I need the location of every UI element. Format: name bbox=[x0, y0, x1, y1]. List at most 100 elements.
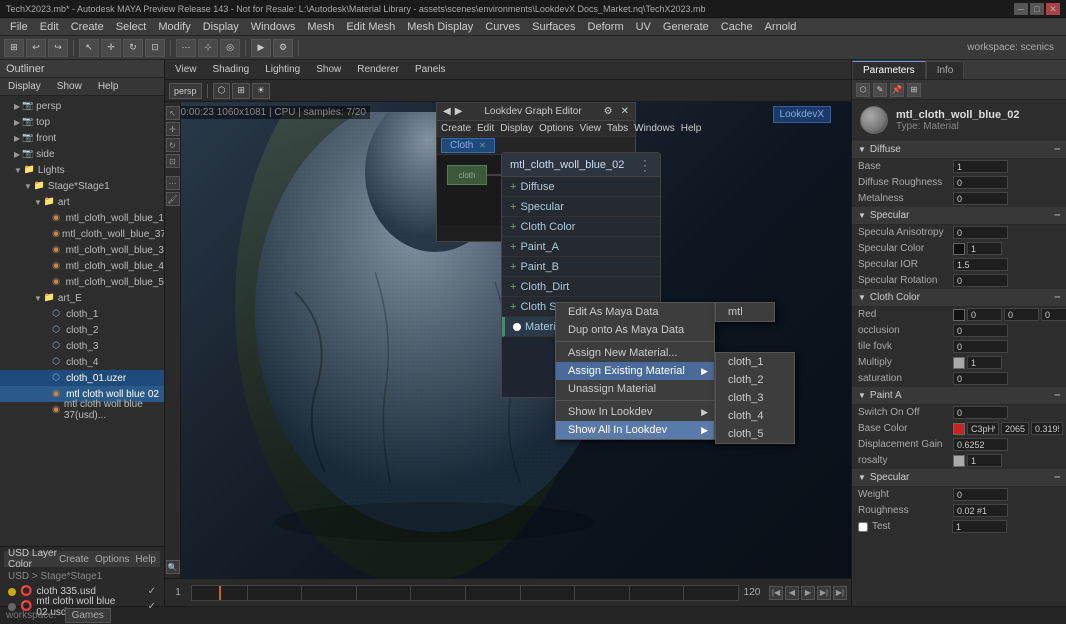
lg-menu-display[interactable]: Display bbox=[500, 123, 533, 134]
toolbar-scale[interactable]: ⊡ bbox=[145, 39, 165, 57]
attr-input-spec-rot[interactable] bbox=[953, 274, 1008, 287]
vp-menu-renderer[interactable]: Renderer bbox=[353, 60, 403, 79]
submenu2-item-4[interactable]: cloth_4 bbox=[716, 407, 794, 425]
attr-input-base[interactable] bbox=[953, 160, 1008, 173]
vp-tool-move[interactable]: ✛ bbox=[166, 122, 180, 136]
toolbar-snap3[interactable]: ◎ bbox=[220, 39, 240, 57]
minimize-button[interactable]: ─ bbox=[1014, 3, 1028, 15]
menu-windows[interactable]: Windows bbox=[245, 18, 302, 35]
outliner-item-lights[interactable]: ▼ 📁 Lights bbox=[0, 162, 164, 178]
attr-input-saturation[interactable] bbox=[953, 372, 1008, 385]
lg-menu-tabs[interactable]: Tabs bbox=[607, 123, 628, 134]
outliner-item-mat3[interactable]: ▶ ◉ mtl_cloth_woll_blue_3 bbox=[0, 242, 164, 258]
outliner-item-cloth3[interactable]: ▶ ⬡ cloth_3 bbox=[0, 338, 164, 354]
menu-surfaces[interactable]: Surfaces bbox=[526, 18, 581, 35]
section-collapse-cloth[interactable]: ━ bbox=[1055, 292, 1060, 303]
outliner-item-mat37[interactable]: ▶ ◉ mtl_cloth_woll_blue_37 bbox=[0, 226, 164, 242]
lg-menu-windows[interactable]: Windows bbox=[634, 123, 675, 134]
attr-toolbar-btn-2[interactable]: ✎ bbox=[873, 83, 887, 97]
outliner-menu-show[interactable]: Show bbox=[53, 78, 86, 95]
outliner-item-mat-blue37[interactable]: ▶ ◉ mtl cloth woll blue 37(usd)... bbox=[0, 402, 164, 418]
menu-file[interactable]: File bbox=[4, 18, 34, 35]
outliner-item-art-e[interactable]: ▼ 📁 art_E bbox=[0, 290, 164, 306]
lookdev-back-btn[interactable]: ◀ bbox=[443, 106, 451, 117]
multiply-color-swatch[interactable] bbox=[953, 357, 965, 369]
attr-input-spec-ior[interactable] bbox=[953, 258, 1008, 271]
vp-menu-lighting[interactable]: Lighting bbox=[261, 60, 304, 79]
vp-btn-wireframe[interactable]: ⊞ bbox=[232, 83, 250, 99]
attr-input-base-color-3[interactable] bbox=[1031, 422, 1063, 435]
toolbar-settings[interactable]: ⚙ bbox=[273, 39, 293, 57]
attr-input-occlusion[interactable] bbox=[953, 324, 1008, 337]
mat-section-cloth-color[interactable]: + Cloth Color bbox=[502, 217, 660, 237]
outliner-item-stage[interactable]: ▼ 📁 Stage*Stage1 bbox=[0, 178, 164, 194]
vp-menu-show[interactable]: Show bbox=[312, 60, 345, 79]
menu-deform[interactable]: Deform bbox=[582, 18, 630, 35]
attr-input-test[interactable] bbox=[952, 520, 1007, 533]
vp-btn-camera[interactable]: persp bbox=[169, 83, 202, 99]
vp-tool-lasso[interactable]: ⋯ bbox=[166, 176, 180, 190]
vp-menu-panels[interactable]: Panels bbox=[411, 60, 450, 79]
spec-color-swatch[interactable] bbox=[953, 243, 965, 255]
menu-display[interactable]: Display bbox=[197, 18, 245, 35]
lg-menu-create[interactable]: Create bbox=[441, 123, 471, 134]
vp-tool-paint[interactable]: 🖌 bbox=[166, 192, 180, 206]
lg-menu-edit[interactable]: Edit bbox=[477, 123, 494, 134]
ctx-item-edit-maya[interactable]: Edit As Maya Data bbox=[556, 303, 714, 321]
mat-section-paint-a[interactable]: + Paint_A bbox=[502, 237, 660, 257]
section-collapse-paint-a[interactable]: ━ bbox=[1055, 390, 1060, 401]
vp-menu-shading[interactable]: Shading bbox=[209, 60, 254, 79]
attr-toolbar-btn-4[interactable]: ⊞ bbox=[907, 83, 921, 97]
outliner-menu-display[interactable]: Display bbox=[4, 78, 45, 95]
attr-input-metalness[interactable] bbox=[953, 192, 1008, 205]
ctx-item-assign-existing[interactable]: Assign Existing Material ▶ bbox=[556, 362, 714, 380]
attr-tab-parameters[interactable]: Parameters bbox=[852, 61, 926, 79]
outliner-item-cloth2[interactable]: ▶ ⬡ cloth_2 bbox=[0, 322, 164, 338]
mat-section-paint-b[interactable]: + Paint_B bbox=[502, 257, 660, 277]
submenu1-item-mtl[interactable]: mtl bbox=[716, 303, 774, 321]
lookdev-close-icon[interactable]: ✕ bbox=[621, 106, 629, 117]
outliner-item-front[interactable]: ▶ 📷 front bbox=[0, 130, 164, 146]
attr-section-cloth-color[interactable]: ▼ Cloth Color ━ bbox=[852, 289, 1066, 307]
menu-generate[interactable]: Generate bbox=[657, 18, 715, 35]
menu-edit[interactable]: Edit bbox=[34, 18, 65, 35]
vp-btn-shading[interactable]: ⬡ bbox=[213, 83, 231, 99]
attr-input-spec-aniso[interactable] bbox=[953, 226, 1008, 239]
outliner-item-mat4[interactable]: ▶ ◉ mtl_cloth_woll_blue_4 bbox=[0, 258, 164, 274]
attr-tab-info[interactable]: Info bbox=[926, 61, 965, 79]
menu-select[interactable]: Select bbox=[110, 18, 153, 35]
ctx-item-show-all-lookdev[interactable]: Show All In Lookdev ▶ bbox=[556, 421, 714, 439]
attr-input-tilefovk[interactable] bbox=[953, 340, 1008, 353]
menu-mesh-display[interactable]: Mesh Display bbox=[401, 18, 479, 35]
attr-input-switch[interactable] bbox=[953, 406, 1008, 419]
lg-menu-help[interactable]: Help bbox=[681, 123, 702, 134]
lg-menu-view[interactable]: View bbox=[580, 123, 602, 134]
playback-step-back[interactable]: ◀ bbox=[785, 586, 799, 600]
maximize-button[interactable]: □ bbox=[1030, 3, 1044, 15]
ctx-item-dup-maya[interactable]: Dup onto As Maya Data bbox=[556, 321, 714, 339]
lookdev-tab-close[interactable]: ✕ bbox=[479, 141, 486, 150]
menu-edit-mesh[interactable]: Edit Mesh bbox=[340, 18, 401, 35]
base-color-swatch[interactable] bbox=[953, 423, 965, 435]
layer-check-2[interactable]: ✓ bbox=[148, 601, 156, 612]
ctx-item-show-lookdev[interactable]: Show In Lookdev ▶ bbox=[556, 403, 714, 421]
ctx-item-unassign[interactable]: Unassign Material bbox=[556, 380, 714, 398]
playback-skip-end[interactable]: ▶| bbox=[833, 586, 847, 600]
outliner-item-cloth01[interactable]: ▶ ⬡ cloth_01.uzer bbox=[0, 370, 164, 386]
vp-menu-view[interactable]: View bbox=[171, 60, 201, 79]
attr-section-specular[interactable]: ▼ Specular ━ bbox=[852, 207, 1066, 225]
menu-cache[interactable]: Cache bbox=[715, 18, 759, 35]
vp-tool-magnify[interactable]: 🔍 bbox=[166, 560, 180, 574]
ctx-item-assign-new[interactable]: Assign New Material... bbox=[556, 344, 714, 362]
mat-section-cloth-dirt[interactable]: + Cloth_Dirt bbox=[502, 277, 660, 297]
attr-section-specular-2[interactable]: ▼ Specular ━ bbox=[852, 469, 1066, 487]
vp-tool-select[interactable]: ↖ bbox=[166, 106, 180, 120]
attr-input-red-2[interactable] bbox=[1004, 308, 1039, 321]
lookdev-fwd-btn[interactable]: ▶ bbox=[455, 106, 463, 117]
submenu2-item-1[interactable]: cloth_1 bbox=[716, 353, 794, 371]
menu-uv[interactable]: UV bbox=[630, 18, 657, 35]
section-collapse-specular[interactable]: ━ bbox=[1055, 210, 1060, 221]
attr-input-red-1[interactable] bbox=[967, 308, 1002, 321]
toolbar-btn-1[interactable]: ⊞ bbox=[4, 39, 24, 57]
toolbar-snap[interactable]: ⋯ bbox=[176, 39, 196, 57]
